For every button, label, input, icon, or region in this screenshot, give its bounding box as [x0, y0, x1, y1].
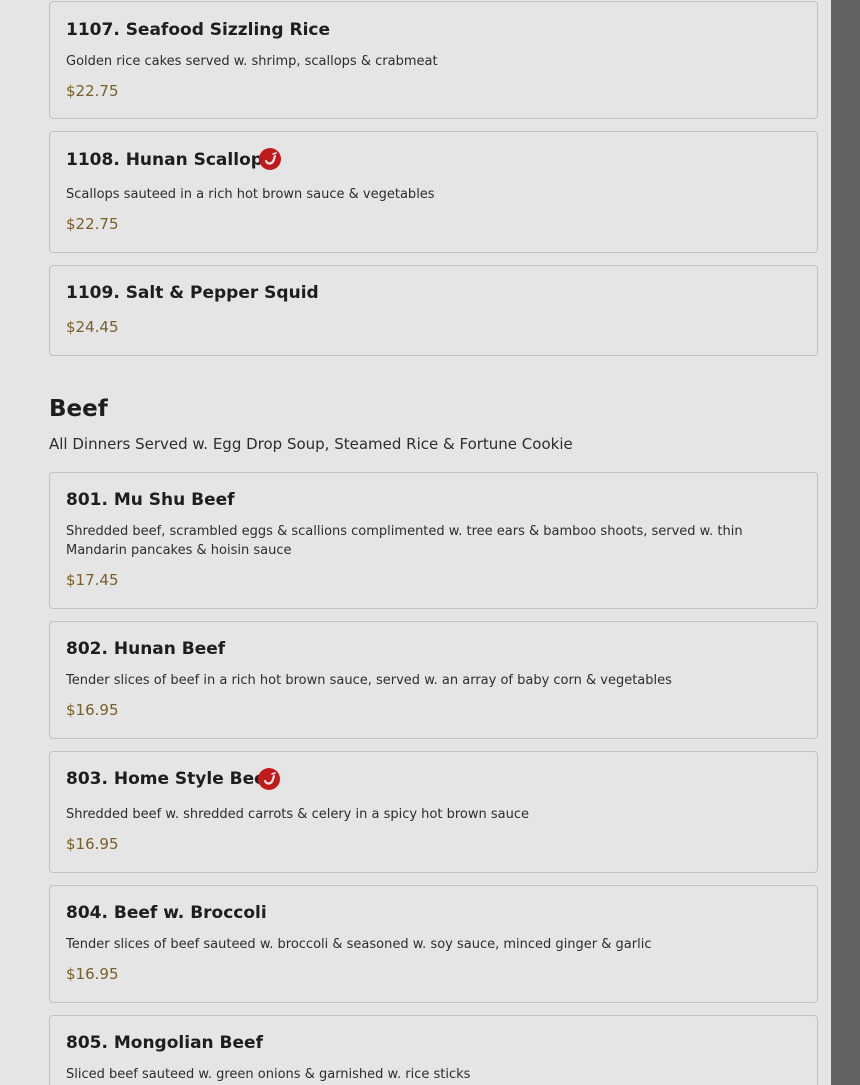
menu-page: 1107. Seafood Sizzling Rice Golden rice …	[0, 0, 860, 1085]
scrollbar-track[interactable]	[831, 0, 860, 1085]
menu-item-price: $24.45	[66, 318, 119, 336]
menu-item-title: 1107. Seafood Sizzling Rice	[66, 20, 331, 40]
menu-item-price: $22.75	[66, 215, 119, 233]
section-subtitle: All Dinners Served w. Egg Drop Soup, Ste…	[49, 435, 573, 453]
menu-item-title: 1109. Salt & Pepper Squid	[66, 283, 319, 303]
menu-item-description: Tender slices of beef in a rich hot brow…	[66, 673, 672, 688]
menu-item-description: Shredded beef, scrambled eggs & scallion…	[66, 524, 743, 558]
section-title: Beef	[49, 396, 108, 422]
menu-item-price: $17.45	[66, 571, 119, 589]
menu-item-card[interactable]: 804. Beef w. Broccoli Tender slices of b…	[49, 885, 818, 1003]
menu-item-card[interactable]: 1108. Hunan Scallops Scallops sauteed in…	[49, 131, 818, 253]
menu-item-description: Golden rice cakes served w. shrimp, scal…	[66, 54, 438, 69]
chili-pepper-icon	[259, 148, 281, 170]
menu-item-title: 802. Hunan Beef	[66, 639, 226, 659]
menu-item-description: Shredded beef w. shredded carrots & cele…	[66, 807, 529, 822]
menu-item-price: $22.75	[66, 82, 119, 100]
menu-item-description: Tender slices of beef sauteed w. broccol…	[66, 937, 652, 952]
menu-item-title: 805. Mongolian Beef	[66, 1033, 263, 1053]
menu-item-title: 804. Beef w. Broccoli	[66, 903, 267, 923]
menu-item-card[interactable]: 803. Home Style Beef Shredded beef w. sh…	[49, 751, 818, 873]
menu-item-card[interactable]: 1109. Salt & Pepper Squid $24.45	[49, 265, 818, 356]
menu-item-card[interactable]: 801. Mu Shu Beef Shredded beef, scramble…	[49, 472, 818, 609]
menu-item-description: Scallops sauteed in a rich hot brown sau…	[66, 187, 435, 202]
menu-item-title: 1108. Hunan Scallops	[66, 150, 274, 170]
menu-item-card[interactable]: 805. Mongolian Beef Sliced beef sauteed …	[49, 1015, 818, 1085]
menu-item-card[interactable]: 802. Hunan Beef Tender slices of beef in…	[49, 621, 818, 739]
menu-item-price: $16.95	[66, 835, 119, 853]
menu-item-title: 801. Mu Shu Beef	[66, 490, 235, 510]
menu-item-price: $16.95	[66, 701, 119, 719]
menu-item-card[interactable]: 1107. Seafood Sizzling Rice Golden rice …	[49, 1, 818, 119]
chili-pepper-icon	[258, 768, 280, 790]
menu-item-description: Sliced beef sauteed w. green onions & ga…	[66, 1067, 471, 1082]
menu-item-price: $16.95	[66, 965, 119, 983]
menu-item-title: 803. Home Style Beef	[66, 769, 274, 789]
menu-content: 1107. Seafood Sizzling Rice Golden rice …	[0, 0, 831, 1085]
